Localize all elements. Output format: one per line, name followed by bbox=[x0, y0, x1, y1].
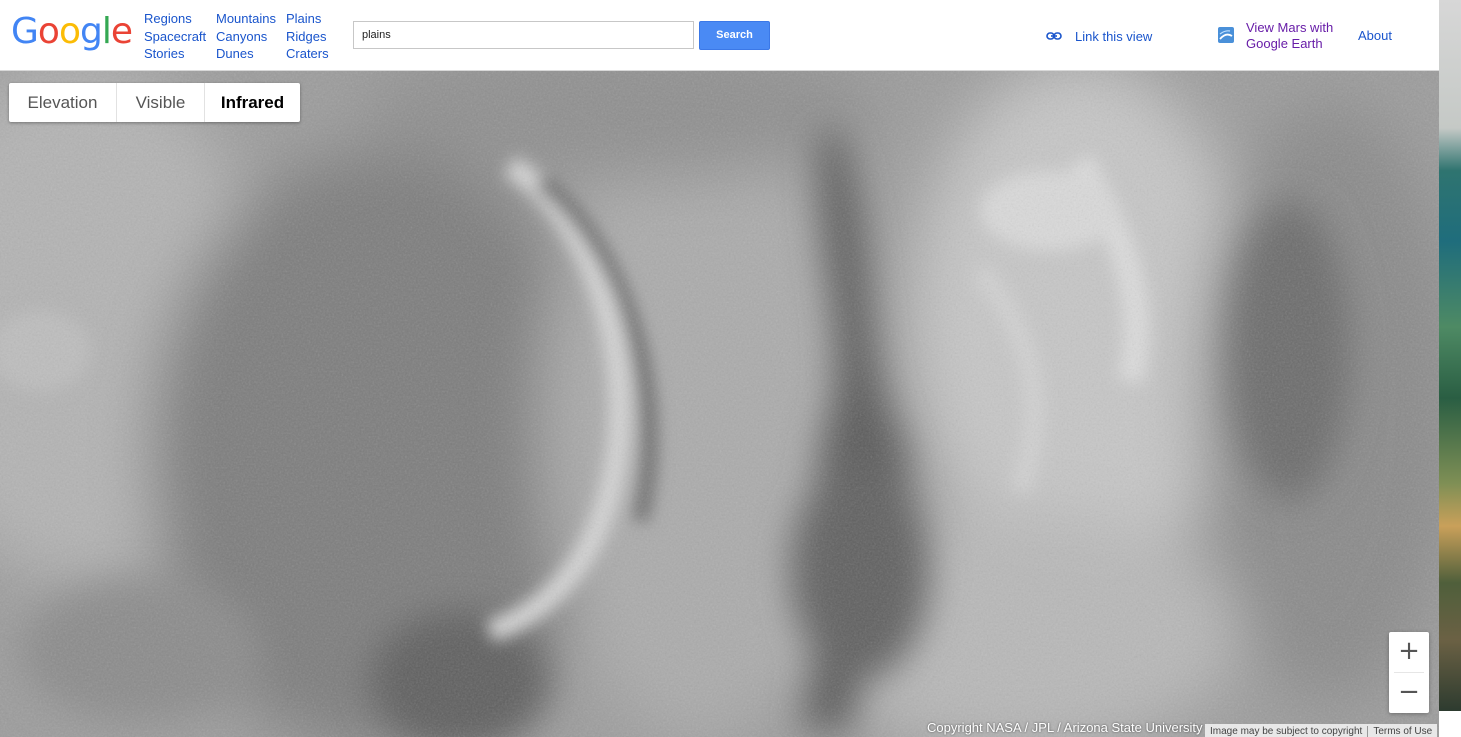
logo-letter: g bbox=[79, 11, 103, 52]
zoom-control: + − bbox=[1389, 632, 1429, 713]
zoom-out-button[interactable]: − bbox=[1389, 673, 1429, 713]
search-button[interactable]: Search bbox=[699, 21, 770, 50]
feature-nav: Regions Mountains Plains Spacecraft Cany… bbox=[144, 11, 346, 63]
earth-link-text: View Mars with Google Earth bbox=[1246, 20, 1346, 51]
nav-link-canyons[interactable]: Canyons bbox=[216, 29, 286, 46]
infrared-terrain-imagery bbox=[0, 71, 1439, 737]
plus-icon: + bbox=[1398, 636, 1420, 666]
nav-link-ridges[interactable]: Ridges bbox=[286, 29, 346, 46]
mars-map[interactable]: Elevation Visible Infrared + − Copyright… bbox=[0, 71, 1439, 737]
logo-letter: o bbox=[58, 11, 81, 52]
link-this-view-label: Link this view bbox=[1075, 28, 1153, 44]
logo-letter: G bbox=[11, 11, 39, 52]
nav-link-regions[interactable]: Regions bbox=[144, 11, 216, 28]
earth-link-line2: Google Earth bbox=[1246, 35, 1323, 51]
background-window-edge-bottom bbox=[1439, 711, 1461, 737]
search-input[interactable] bbox=[353, 21, 694, 49]
minus-icon: − bbox=[1398, 677, 1420, 707]
zoom-in-button[interactable]: + bbox=[1389, 632, 1429, 672]
logo-letter: l bbox=[101, 11, 112, 52]
terms-of-use-link[interactable]: Terms of Use bbox=[1368, 724, 1437, 737]
link-this-view[interactable]: Link this view bbox=[1046, 28, 1152, 44]
logo-letter: o bbox=[37, 11, 60, 52]
tab-elevation[interactable]: Elevation bbox=[9, 83, 117, 122]
background-window-edge bbox=[1439, 0, 1461, 711]
nav-link-dunes[interactable]: Dunes bbox=[216, 46, 286, 63]
image-copyright-note: Image may be subject to copyright bbox=[1210, 726, 1363, 737]
top-bar: Google Regions Mountains Plains Spacecra… bbox=[0, 0, 1439, 71]
google-earth-icon bbox=[1218, 27, 1234, 43]
nav-link-spacecraft[interactable]: Spacecraft bbox=[144, 29, 216, 46]
view-in-google-earth[interactable]: View Mars with Google Earth bbox=[1218, 20, 1346, 51]
nav-link-mountains[interactable]: Mountains bbox=[216, 11, 286, 28]
map-copyright: Copyright NASA / JPL / Arizona State Uni… bbox=[927, 720, 1203, 735]
logo-letter: e bbox=[110, 11, 133, 52]
google-logo[interactable]: Google bbox=[11, 10, 133, 54]
layer-switcher: Elevation Visible Infrared bbox=[9, 83, 300, 122]
nav-link-stories[interactable]: Stories bbox=[144, 46, 216, 63]
tab-visible[interactable]: Visible bbox=[117, 83, 205, 122]
earth-link-line1: View Mars with bbox=[1246, 20, 1334, 35]
about-link[interactable]: About bbox=[1358, 28, 1392, 43]
nav-link-craters[interactable]: Craters bbox=[286, 46, 346, 63]
nav-link-plains[interactable]: Plains bbox=[286, 11, 346, 28]
chain-link-icon bbox=[1046, 32, 1062, 40]
map-attribution-bar: Image may be subject to copyright Terms … bbox=[1205, 724, 1438, 737]
tab-infrared[interactable]: Infrared bbox=[205, 83, 300, 122]
